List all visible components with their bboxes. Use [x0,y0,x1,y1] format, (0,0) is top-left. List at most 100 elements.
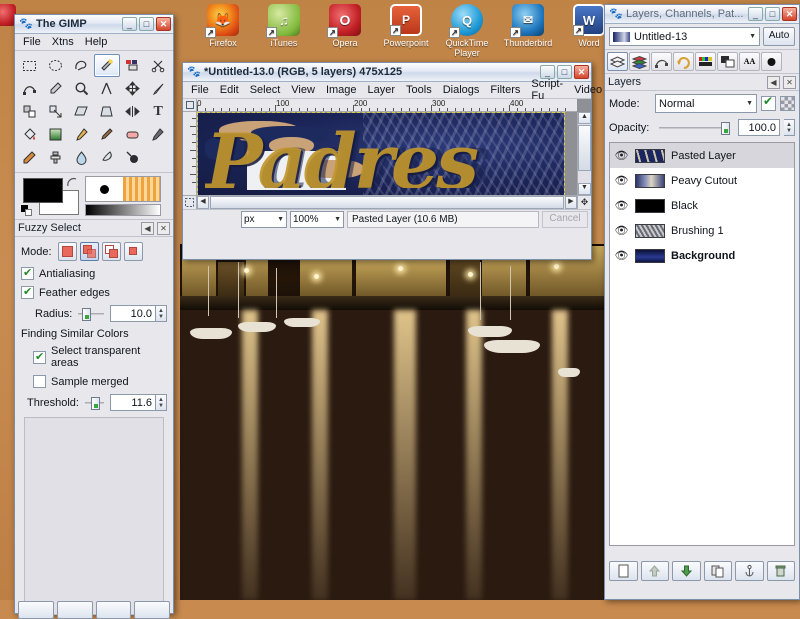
eraser-tool[interactable] [120,123,146,146]
paths-tool[interactable] [17,77,43,100]
layer-row-background[interactable]: 👁 Background [610,243,794,268]
horizontal-ruler[interactable]: 0 100 200 300 400 [197,99,577,112]
duplicate-layer-button[interactable] [703,561,732,581]
measure-tool[interactable] [94,77,120,100]
fuzzy-select-tool[interactable] [93,54,120,77]
auto-follow-button[interactable]: Auto [763,27,795,46]
scroll-left-arrow[interactable]: ◀ [197,196,209,209]
rotate-tool[interactable] [17,100,43,123]
menu-help[interactable]: Help [80,35,113,49]
layer-row-brushing-1[interactable]: 👁 Brushing 1 [610,218,794,243]
default-colors-icon[interactable] [21,205,32,216]
close-button[interactable]: ✕ [782,7,797,21]
vertical-scroll-thumb[interactable] [578,125,591,171]
vertical-ruler[interactable] [183,112,197,195]
delete-layer-button[interactable] [766,561,795,581]
menu-xtns[interactable]: Xtns [47,35,79,49]
scroll-up-arrow[interactable]: ▲ [578,112,591,124]
menu-file[interactable]: File [18,35,46,49]
active-gradient-indicator[interactable] [85,204,161,216]
maximize-button[interactable]: □ [765,7,780,21]
desktop-icon-opera[interactable]: O ↗ Opera [314,4,376,48]
toolbox-menubar[interactable]: File Xtns Help [15,34,173,51]
undo-history-tab[interactable] [673,52,694,71]
raise-layer-button[interactable] [640,561,669,581]
image-canvas-padres-graphic[interactable]: Padres Padres [197,112,565,196]
desktop-icon-quicktime[interactable]: Q ↗ QuickTime Player [436,4,498,58]
menu-view[interactable]: View [286,83,320,97]
layers-tab[interactable] [607,52,628,71]
mode-add-button[interactable] [79,242,99,261]
mode-subtract-button[interactable] [101,242,121,261]
text-tool[interactable]: T [145,100,171,123]
paintbrush-tool[interactable] [94,123,120,146]
scale-tool[interactable] [43,100,69,123]
free-select-tool[interactable] [68,54,94,77]
layer-name[interactable]: Background [671,250,735,262]
eye-icon[interactable]: 👁 [614,149,629,162]
select-transparent-row[interactable]: Select transparent areas [21,345,167,369]
anchor-layer-button[interactable] [735,561,764,581]
layer-list[interactable]: 👁 Pasted Layer 👁 Peavy Cutout 👁 Black 👁 … [609,142,795,546]
layer-action-buttons[interactable] [609,561,795,581]
layer-opacity-row[interactable]: Opacity: 100.0 ▲ ▼ [605,116,799,139]
scissors-select-tool[interactable] [145,54,171,77]
clone-tool[interactable] [43,146,69,169]
canvas-vertical-scrollbar[interactable]: ▲ ▼ [577,112,591,195]
tool-options-bottom-buttons[interactable] [18,601,170,619]
image-selector-row[interactable]: Untitled-13 ▼ Auto [605,24,799,50]
dock-menu-button[interactable]: ◀ [767,75,780,89]
image-window-menubar[interactable]: File Edit Select View Image Layer Tools … [183,78,602,102]
toolbox-window-buttons[interactable]: _ □ ✕ [122,17,171,31]
dock-close-button[interactable]: ✕ [157,221,170,235]
brush-pattern-gradient-indicators[interactable] [85,176,161,216]
fonts-tab[interactable]: AA [739,52,760,71]
active-pattern-indicator[interactable] [123,177,160,201]
sample-merged-checkbox[interactable] [33,375,46,388]
threshold-row[interactable]: Threshold: 11.6 ▲ ▼ [21,394,167,411]
menu-image[interactable]: Image [321,83,362,97]
smudge-tool[interactable] [94,146,120,169]
tool-grid[interactable]: T [15,51,173,172]
minimize-button[interactable]: _ [748,7,763,21]
antialiasing-checkbox[interactable] [21,266,34,280]
menu-layer[interactable]: Layer [363,83,401,97]
layer-name[interactable]: Pasted Layer [671,150,736,162]
scroll-right-arrow[interactable]: ▶ [565,196,577,209]
layers-dock-titlebar[interactable]: 🐾 Layers, Channels, Pat... _ □ ✕ [605,5,799,24]
dock-close-button[interactable]: ✕ [783,75,796,89]
color-and-indicator-area[interactable] [15,172,173,220]
restore-options-button[interactable] [56,601,93,619]
new-layer-button[interactable] [609,561,638,581]
sample-merged-row[interactable]: Sample merged [21,375,167,388]
feather-edges-row[interactable]: Feather edges [21,285,167,299]
mode-replace-button[interactable] [57,242,77,261]
active-brush-indicator[interactable] [86,177,123,201]
gimp-toolbox-window[interactable]: 🐾 The GIMP _ □ ✕ File Xtns Help T Fuzzy … [14,14,174,619]
opacity-value[interactable]: 100.0 [738,119,780,136]
crop-tool[interactable] [145,77,171,100]
scroll-down-arrow[interactable]: ▼ [578,183,591,195]
colormap-tab[interactable] [695,52,716,71]
foreground-background-colors[interactable] [19,176,81,216]
select-by-color-tool[interactable] [120,54,146,77]
brushes-tab[interactable] [761,52,782,71]
mode-intersect-button[interactable] [123,242,143,261]
horizontal-scroll-thumb[interactable] [210,196,564,209]
desktop-icon-powerpoint[interactable]: P ↗ Powerpoint [375,4,437,48]
layer-mode-row[interactable]: Mode: Normal ▼ [605,91,799,116]
blur-sharpen-tool[interactable] [68,146,94,169]
feather-edges-checkbox[interactable] [21,285,34,299]
canvas-horizontal-scrollbar[interactable]: ◀ ▶ [197,195,577,209]
dock-menu-button[interactable]: ◀ [141,221,154,235]
radius-value[interactable]: 10.0 [110,305,156,322]
close-button[interactable]: ✕ [156,17,171,31]
blend-tool[interactable] [43,123,69,146]
desktop-icon-thunderbird[interactable]: ✉ ↗ Thunderbird [497,4,559,48]
maximize-button[interactable]: □ [139,17,154,31]
layer-row-pasted-layer[interactable]: 👁 Pasted Layer [610,143,794,168]
zoom-tool[interactable] [68,77,94,100]
dodge-burn-tool[interactable] [120,146,146,169]
layer-mode-select[interactable]: Normal ▼ [655,94,757,113]
ink-tool[interactable] [17,146,43,169]
